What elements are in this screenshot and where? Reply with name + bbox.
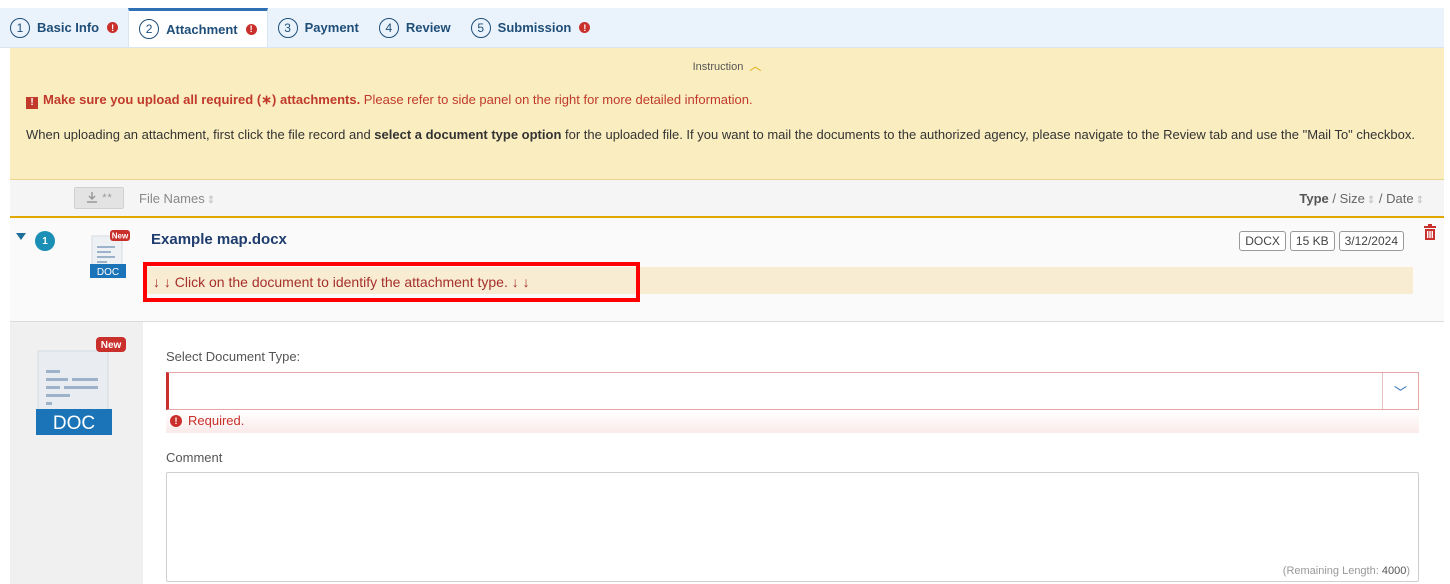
body-text: for the uploaded file. If you want to ma… xyxy=(561,127,1415,142)
body-bold-text: select a document type option xyxy=(374,127,562,142)
required-message: ! Required. xyxy=(170,413,244,428)
tab-number: 5 xyxy=(470,17,491,38)
file-date-chip: 3/12/2024 xyxy=(1338,231,1404,251)
date-label: Date xyxy=(1386,191,1414,206)
file-names-column-header[interactable]: File Names ⇕ xyxy=(139,191,215,206)
remaining-label: (Remaining Length: xyxy=(1282,565,1382,577)
body-text: When uploading an attachment, first clic… xyxy=(26,127,375,142)
exclamation-icon: ! xyxy=(26,97,38,109)
download-all-button[interactable]: ** xyxy=(74,187,124,209)
file-name-link[interactable]: Example map.docx xyxy=(151,231,287,248)
sort-icon: ⇕ xyxy=(1415,195,1424,206)
chevron-up-icon: ︿ xyxy=(749,59,762,73)
tab-attachment[interactable]: 2 Attachment ! xyxy=(128,8,268,47)
required-text: Required. xyxy=(188,413,245,428)
type-size-date-column-header[interactable]: Type / Size ⇕ / Date ⇕ xyxy=(1299,191,1424,206)
select-document-type-label: Select Document Type: xyxy=(166,349,301,364)
remaining-close: ) xyxy=(1406,565,1410,577)
error-icon: ! xyxy=(579,22,591,33)
detail-side-panel: DOC New xyxy=(10,322,143,584)
required-shadow xyxy=(166,411,1419,433)
column-label: File Names xyxy=(139,191,205,206)
selection-stars-icon: ** xyxy=(102,192,113,204)
instruction-header: Instruction xyxy=(692,61,744,73)
type-label: Type xyxy=(1299,191,1329,206)
tab-label: Review xyxy=(405,20,451,35)
doc-file-icon: DOC New xyxy=(90,230,130,278)
instruction-panel: Instruction ︿ ! Make sure you upload all r… xyxy=(10,48,1444,180)
doc-label: DOC xyxy=(53,413,95,434)
tab-label: Basic Info xyxy=(37,20,100,35)
tab-number: 3 xyxy=(277,17,298,38)
instruction-warning: ! Make sure you upload all required (∗) a… xyxy=(26,92,753,109)
tab-number: 1 xyxy=(10,17,30,38)
tab-label: Submission xyxy=(497,20,572,35)
error-icon: ! xyxy=(107,22,119,33)
tab-submission[interactable]: 5 Submission ! xyxy=(461,8,601,47)
size-label: Size xyxy=(1339,191,1365,206)
doc-label: DOC xyxy=(97,267,119,278)
tab-label: Attachment xyxy=(166,21,238,37)
tab-basic-info[interactable]: 1 Basic Info ! xyxy=(0,8,128,47)
file-meta-chips: DOCX 15 KB 3/12/2024 xyxy=(1239,231,1404,251)
tab-number: 4 xyxy=(378,17,399,38)
download-icon xyxy=(87,192,98,203)
sort-icon: ⇕ xyxy=(206,195,216,206)
error-icon: ! xyxy=(245,23,257,35)
remaining-value: 4000 xyxy=(1381,565,1407,577)
file-type-chip: DOCX xyxy=(1239,231,1286,251)
doc-file-large-icon: DOC New xyxy=(36,337,126,435)
error-icon: ! xyxy=(170,414,182,427)
tab-review[interactable]: 4 Review xyxy=(369,8,461,47)
file-list-header: ** File Names ⇕ Type / Size ⇕ / Date ⇕ xyxy=(10,180,1444,218)
document-detail-form: Select Document Type: ﹀ ! Required. Comme… xyxy=(143,322,1444,584)
file-index-badge: 1 xyxy=(35,231,55,251)
tab-label: Payment xyxy=(304,20,359,35)
instruction-body: When uploading an attachment, first clic… xyxy=(26,125,1426,144)
comment-textarea[interactable]: (Remaining Length: 4000) xyxy=(166,472,1419,582)
file-size-chip: 15 KB xyxy=(1289,231,1335,251)
warning-rest: Please refer to side panel on the right … xyxy=(360,92,753,107)
remaining-length: (Remaining Length: 4000) xyxy=(1283,565,1410,577)
warning-bold: Make sure you upload all required (∗) at… xyxy=(43,92,361,107)
attachment-type-hint[interactable]: ↓ ↓ Click on the document to identify th… xyxy=(143,262,640,302)
tab-number: 2 xyxy=(139,19,160,39)
new-badge: New xyxy=(112,232,129,241)
tab-payment[interactable]: 3 Payment xyxy=(268,8,369,47)
instruction-toggle[interactable]: Instruction ︿ xyxy=(10,48,1444,74)
new-badge: New xyxy=(101,340,122,351)
expand-caret-icon[interactable] xyxy=(16,233,26,240)
wizard-tabs: 1 Basic Info ! 2 Attachment ! 3 Payment … xyxy=(0,8,1444,48)
comment-label: Comment xyxy=(166,450,223,465)
trash-icon[interactable] xyxy=(1423,224,1437,240)
document-type-select[interactable]: ﹀ xyxy=(166,372,1419,410)
chevron-down-icon[interactable]: ﹀ xyxy=(1382,373,1418,409)
sort-icon: ⇕ xyxy=(1366,195,1376,206)
file-row[interactable]: 1 DOC New Example map.docx DOCX 15 KB 3/… xyxy=(10,218,1444,322)
